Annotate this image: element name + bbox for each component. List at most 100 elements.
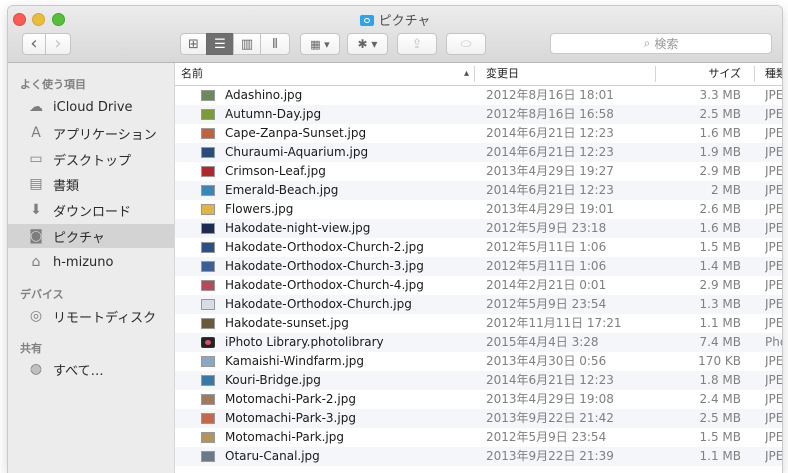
file-kind: JPEG [765, 278, 782, 292]
file-date: 2013年4月30日 0:56 [486, 354, 607, 368]
file-kind: JPEG [765, 259, 782, 273]
file-size: 3.3 MB [699, 88, 741, 102]
image-thumbnail-icon [201, 280, 215, 291]
file-row[interactable]: Kouri-Bridge.jpg 2014年6月21日 12:23 1.8 MB JP… [175, 371, 782, 390]
file-size: 1.3 MB [699, 297, 741, 311]
file-kind: Pho [765, 335, 782, 349]
file-row[interactable]: Autumn-Day.jpg 2012年8月16日 16:58 2.5 MB JPEG [175, 105, 782, 124]
sidebar-item-label: h-mizuno [53, 254, 114, 270]
file-row[interactable]: iPhoto Library.photolibrary 2015年4月4日 3:2… [175, 333, 782, 352]
gear-icon: ✱ ▾ [357, 37, 378, 51]
sidebar-item-downloads[interactable]: ⬇ ダウンロード [8, 198, 174, 222]
file-row[interactable]: Crimson-Leaf.jpg 2013年4月29日 19:27 2.9 MB JP… [175, 162, 782, 181]
file-date: 2012年5月11日 1:06 [486, 259, 607, 273]
image-thumbnail-icon [201, 128, 215, 139]
file-date: 2013年4月29日 19:27 [486, 164, 614, 178]
file-row[interactable]: Churaumi-Aquarium.jpg 2014年6月21日 12:23 1.9… [175, 143, 782, 162]
forward-button[interactable]: › [45, 33, 71, 55]
file-date: 2013年4月29日 19:01 [486, 202, 614, 216]
file-kind: JPEG [765, 316, 782, 330]
file-name: Hakodate-Orthodox-Church-2.jpg [225, 240, 424, 254]
file-name: Cape-Zanpa-Sunset.jpg [225, 126, 367, 140]
file-size: 1.1 MB [699, 449, 741, 463]
column-header-date[interactable]: 変更日 [486, 63, 636, 85]
file-name: Motomachi-Park.jpg [225, 430, 344, 444]
sidebar-header-devices: デバイス [20, 288, 64, 301]
file-size: 7.4 MB [699, 335, 741, 349]
file-row[interactable]: Motomachi-Park-3.jpg 2013年9月22日 21:42 2.5 … [175, 409, 782, 428]
file-row[interactable]: Cape-Zanpa-Sunset.jpg 2014年6月21日 12:23 1.6… [175, 124, 782, 143]
sidebar-item-icloud-drive[interactable]: ☁ iCloud Drive [8, 95, 174, 119]
sidebar-item-all-shared[interactable]: ◍ すべて… [8, 357, 174, 381]
disc-icon: ◎ [29, 308, 43, 324]
file-kind: JPEG [765, 297, 782, 311]
image-thumbnail-icon [201, 90, 215, 101]
view-list-button[interactable]: ☰ [206, 33, 234, 55]
file-row[interactable]: Otaru-Canal.jpg 2013年9月22日 21:39 1.1 MB JPE… [175, 447, 782, 466]
file-row[interactable]: Motomachi-Park-2.jpg 2013年4月29日 19:08 2.4 … [175, 390, 782, 409]
file-date: 2013年9月22日 21:42 [486, 411, 614, 425]
file-row[interactable]: Hakodate-Orthodox-Church-2.jpg 2012年5月11日… [175, 238, 782, 257]
file-size: 1.8 MB [699, 373, 741, 387]
sort-ascending-icon: ▴ [463, 68, 469, 79]
column-header-size[interactable]: サイズ [655, 63, 741, 85]
pictures-folder-icon [359, 15, 374, 26]
file-name: iPhoto Library.photolibrary [225, 335, 384, 349]
file-row[interactable]: Motomachi-Park.jpg 2012年5月9日 23:54 1.5 MB J… [175, 428, 782, 447]
file-name: Emerald-Beach.jpg [225, 183, 339, 197]
tag-button[interactable]: ⬭ [446, 33, 486, 55]
file-row[interactable]: Emerald-Beach.jpg 2014年6月21日 12:23 2 MB JPE… [175, 181, 782, 200]
image-thumbnail-icon [201, 451, 215, 462]
column-header-name[interactable]: 名前 ▴ [181, 63, 471, 85]
sidebar-item-label: 書類 [53, 178, 80, 194]
file-row[interactable]: Flowers.jpg 2013年4月29日 19:01 2.6 MB JPEG [175, 200, 782, 219]
file-row[interactable]: Hakodate-Orthodox-Church-4.jpg 2014年2月21日… [175, 276, 782, 295]
view-columns-button[interactable]: ▥ [233, 33, 261, 55]
file-row[interactable]: Hakodate-Orthodox-Church.jpg 2012年5月9日 23… [175, 295, 782, 314]
file-row[interactable]: Hakodate-sunset.jpg 2012年11月11日 17:21 1.1 … [175, 314, 782, 333]
back-button[interactable]: ‹ [22, 33, 46, 55]
column-divider[interactable] [474, 66, 475, 82]
search-field[interactable]: ⌕ 検索 [550, 33, 772, 54]
view-icons-button[interactable]: ⊞ [180, 33, 207, 55]
file-date: 2013年9月22日 21:39 [486, 449, 614, 463]
sidebar-item-label: ダウンロード [53, 204, 132, 220]
file-name: Hakodate-Orthodox-Church-4.jpg [225, 278, 424, 292]
window-title: ピクチャ [8, 10, 782, 29]
file-size: 2.5 MB [699, 107, 741, 121]
file-size: 2.6 MB [699, 202, 741, 216]
sidebar-item-documents[interactable]: ▤ 書類 [8, 172, 174, 196]
sidebar: よく使う項目 ☁ iCloud Drive A アプリケーション ▭ デスクトッ… [8, 63, 175, 473]
tag-icon: ⬭ [460, 36, 472, 52]
image-thumbnail-icon [201, 166, 215, 177]
image-thumbnail-icon [201, 185, 215, 196]
arrange-button[interactable]: ▦ ▾ [300, 33, 340, 55]
file-kind: JPEG [765, 430, 782, 444]
sidebar-item-home[interactable]: ⌂ h-mizuno [8, 250, 174, 274]
file-row[interactable]: Kamaishi-Windfarm.jpg 2013年4月30日 0:56 170 … [175, 352, 782, 371]
file-row[interactable]: Adashino.jpg 2012年8月16日 18:01 3.3 MB JPEG [175, 86, 782, 105]
file-name: Kouri-Bridge.jpg [225, 373, 321, 387]
file-date: 2014年6月21日 12:23 [486, 373, 614, 387]
share-button[interactable]: ⇪ [397, 33, 437, 55]
sidebar-item-pictures[interactable]: ◙ ピクチャ [8, 224, 174, 248]
file-size: 1.9 MB [699, 145, 741, 159]
column-header-kind[interactable]: 種類 [765, 63, 782, 85]
finder-window: ピクチャ ‹ › ⊞ ☰ ▥ ⫴ ▦ ▾ ✱ ▾ ⇪ ⬭ ⌕ 検索 よく使う項目… [8, 6, 782, 473]
file-row[interactable]: Hakodate-night-view.jpg 2012年5月9日 23:18 1.… [175, 219, 782, 238]
list-view-icon: ☰ [214, 36, 226, 52]
file-kind: JPEG [765, 221, 782, 235]
action-button[interactable]: ✱ ▾ [347, 33, 388, 55]
file-row[interactable]: Hakodate-Orthodox-Church-3.jpg 2012年5月11日… [175, 257, 782, 276]
view-coverflow-button[interactable]: ⫴ [260, 33, 290, 55]
file-size: 1.6 MB [699, 221, 741, 235]
camera-icon: ◙ [29, 228, 43, 244]
image-thumbnail-icon [201, 413, 215, 424]
column-divider[interactable] [754, 66, 755, 82]
image-thumbnail-icon [201, 147, 215, 158]
sidebar-item-desktop[interactable]: ▭ デスクトップ [8, 147, 174, 171]
file-date: 2012年5月11日 1:06 [486, 240, 607, 254]
sidebar-item-remote-disc[interactable]: ◎ リモートディスク [8, 304, 174, 328]
file-name: Motomachi-Park-2.jpg [225, 392, 356, 406]
sidebar-item-applications[interactable]: A アプリケーション [8, 121, 174, 145]
